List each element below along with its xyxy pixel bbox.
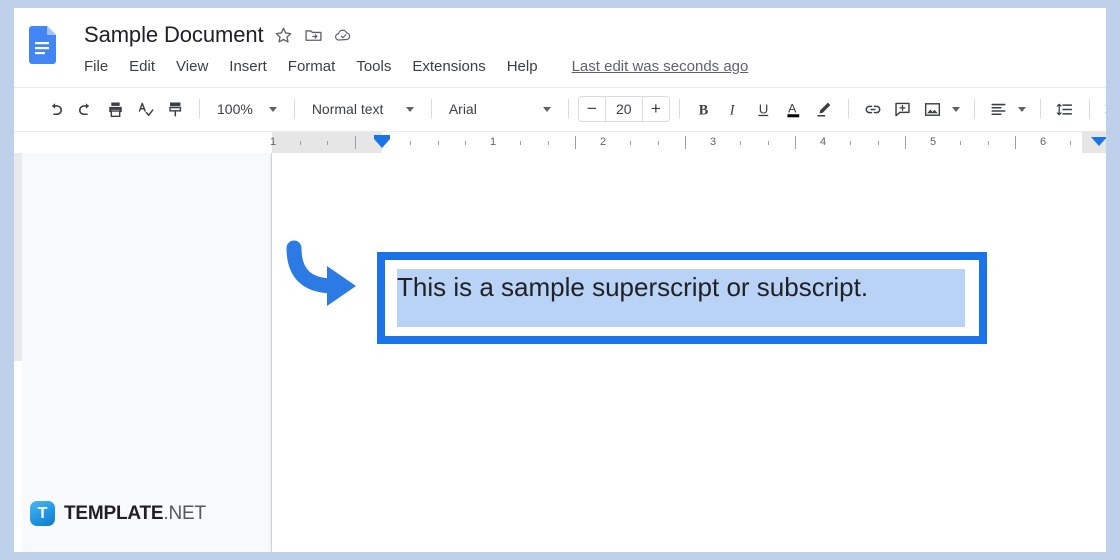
menu-item-view[interactable]: View — [176, 58, 208, 75]
add-comment-icon[interactable] — [888, 94, 918, 124]
google-docs-icon[interactable] — [28, 26, 56, 64]
italic-button[interactable]: I — [719, 94, 749, 124]
template-net-logo: T TEMPLATE.NET — [30, 501, 206, 526]
zoom-value: 100% — [217, 101, 253, 117]
chevron-down-icon — [268, 106, 277, 112]
text-color-button[interactable]: A — [779, 94, 809, 124]
star-icon[interactable] — [274, 26, 293, 45]
left-indent-marker[interactable] — [374, 139, 390, 148]
link-icon[interactable] — [858, 94, 888, 124]
selected-text-highlight[interactable]: This is a sample superscript or subscrip… — [397, 269, 965, 327]
toolbar-divider — [973, 99, 975, 119]
insert-image-icon[interactable] — [918, 94, 948, 124]
toolbar-divider — [199, 99, 200, 119]
document-ruler[interactable]: 1 1 2 3 4 5 6 — [14, 131, 1106, 153]
menu-item-tools[interactable]: Tools — [356, 58, 391, 75]
font-size-stepper: − 20 + — [577, 96, 670, 122]
font-family-select[interactable]: Arial — [441, 94, 559, 124]
ruler-number: 5 — [929, 136, 937, 148]
chevron-down-icon — [405, 106, 414, 112]
app-header: Sample Document File Edit View Insert Fo… — [14, 8, 1106, 88]
toolbar-divider — [678, 99, 680, 119]
menu-item-extensions[interactable]: Extensions — [412, 58, 485, 75]
chevron-down-icon — [542, 106, 551, 112]
curved-arrow-annotation — [282, 238, 362, 318]
toolbar-divider — [1039, 99, 1041, 119]
template-net-badge-icon: T — [30, 501, 55, 526]
menu-item-insert[interactable]: Insert — [229, 58, 267, 75]
align-dropdown[interactable] — [1014, 94, 1031, 124]
font-size-increase-button[interactable]: + — [643, 97, 669, 121]
paint-format-icon[interactable] — [160, 94, 190, 124]
ruler-number: 1 — [489, 136, 497, 148]
ruler-number: 6 — [1039, 136, 1047, 148]
toolbar-divider — [847, 99, 849, 119]
insert-image-dropdown[interactable] — [948, 94, 965, 124]
document-title-row: Sample Document — [84, 22, 353, 48]
document-outline-pane — [14, 153, 272, 552]
ruler-content-area — [382, 132, 1082, 153]
toolbar-divider — [567, 99, 569, 119]
zoom-control[interactable]: 100% — [209, 94, 285, 124]
print-icon[interactable] — [100, 94, 130, 124]
outline-thumbnail-strip[interactable] — [14, 153, 22, 361]
svg-text:B: B — [699, 102, 709, 118]
menu-bar: File Edit View Insert Format Tools Exten… — [84, 58, 748, 75]
svg-text:U: U — [759, 101, 769, 116]
template-net-wordmark: TEMPLATE.NET — [64, 503, 206, 525]
line-spacing-icon[interactable] — [1050, 94, 1080, 124]
underline-button[interactable]: U — [749, 94, 779, 124]
document-body-text: This is a sample superscript or subscrip… — [397, 272, 869, 302]
menu-item-help[interactable]: Help — [507, 58, 538, 75]
ruler-number: 4 — [819, 136, 827, 148]
font-size-decrease-button[interactable]: − — [579, 97, 605, 121]
menu-item-edit[interactable]: Edit — [129, 58, 155, 75]
ruler-number: 1 — [269, 136, 277, 148]
document-canvas: This is a sample superscript or subscrip… — [14, 153, 1106, 552]
font-size-input[interactable]: 20 — [604, 97, 643, 121]
undo-icon[interactable] — [40, 94, 70, 124]
annotation-highlight-box: This is a sample superscript or subscrip… — [377, 252, 987, 344]
toolbar-divider — [430, 99, 432, 119]
redo-icon[interactable] — [70, 94, 100, 124]
spellcheck-icon[interactable] — [130, 94, 160, 124]
font-family-value: Arial — [448, 101, 477, 117]
move-to-folder-icon[interactable] — [304, 26, 323, 45]
paragraph-style-value: Normal text — [311, 101, 384, 117]
svg-text:A: A — [788, 101, 797, 115]
ruler-number: 3 — [709, 136, 717, 148]
cloud-saved-icon[interactable] — [334, 26, 353, 45]
last-edit-status[interactable]: Last edit was seconds ago — [572, 58, 749, 75]
checklist-icon[interactable] — [1099, 94, 1106, 124]
paragraph-style-select[interactable]: Normal text — [304, 94, 422, 124]
bold-button[interactable]: B — [689, 94, 719, 124]
ruler-track: 1 1 2 3 4 5 6 — [14, 132, 1106, 153]
align-left-icon[interactable] — [984, 94, 1014, 124]
right-indent-marker[interactable] — [1091, 137, 1106, 146]
brand-name-suffix: .NET — [163, 502, 206, 524]
toolbar-divider — [1088, 99, 1090, 119]
ruler-number: 2 — [599, 136, 607, 148]
highlight-pen-icon[interactable] — [809, 94, 839, 124]
chevron-down-icon — [952, 106, 961, 112]
toolbar-divider — [293, 99, 295, 119]
chevron-down-icon — [1018, 106, 1027, 112]
document-page[interactable]: This is a sample superscript or subscrip… — [272, 153, 1106, 552]
menu-item-format[interactable]: Format — [288, 58, 336, 75]
formatting-toolbar: 100% Normal text Arial − 20 + B I U A — [14, 88, 1106, 131]
menu-item-file[interactable]: File — [84, 58, 108, 75]
svg-text:I: I — [729, 102, 736, 118]
google-docs-window: Sample Document File Edit View Insert Fo… — [14, 8, 1106, 552]
document-title[interactable]: Sample Document — [84, 22, 264, 48]
brand-name-primary: TEMPLATE — [64, 502, 164, 524]
